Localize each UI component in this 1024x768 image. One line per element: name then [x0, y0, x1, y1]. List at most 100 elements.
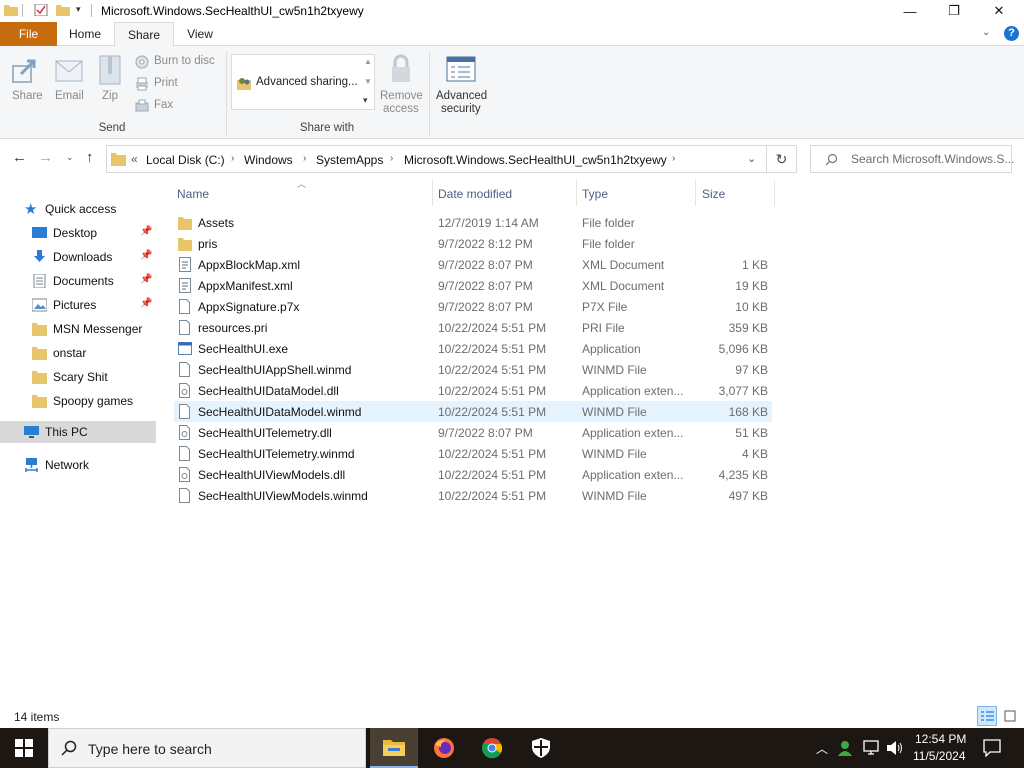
- file-row[interactable]: SecHealthUIViewModels.dll 10/22/2024 5:51…: [174, 464, 772, 485]
- search-input[interactable]: Search Microsoft.Windows.S...: [810, 145, 1014, 173]
- file-row[interactable]: SecHealthUIViewModels.winmd 10/22/2024 5:…: [174, 485, 772, 506]
- nav-item-onstar[interactable]: onstar: [0, 342, 156, 364]
- recent-locations-button[interactable]: ⌄: [66, 152, 74, 163]
- breadcrumb-systemapps[interactable]: SystemApps: [316, 153, 383, 167]
- computer-icon: [24, 426, 39, 438]
- user-status-icon[interactable]: [838, 740, 854, 756]
- nav-item-spoopy-games[interactable]: Spoopy games: [0, 390, 156, 412]
- advanced-sharing-button[interactable]: Advanced sharing...: [234, 73, 362, 93]
- file-row[interactable]: SecHealthUIAppShell.winmd 10/22/2024 5:51…: [174, 359, 772, 380]
- show-hidden-icons-button[interactable]: ︿: [816, 740, 828, 757]
- dll-icon: [179, 383, 190, 398]
- file-row[interactable]: AppxBlockMap.xml 9/7/2022 8:07 PM XML Docu…: [174, 254, 772, 275]
- share-button[interactable]: Share: [6, 54, 46, 114]
- file-row[interactable]: AppxSignature.p7x 9/7/2022 8:07 PM P7X Fil…: [174, 296, 772, 317]
- notifications-icon[interactable]: [983, 739, 1001, 757]
- clock-time[interactable]: 12:54 PM: [915, 732, 966, 746]
- tab-file[interactable]: File: [0, 22, 57, 46]
- chevron-right-icon[interactable]: ›: [231, 153, 234, 164]
- remove-access-button[interactable]: Remove access: [378, 54, 424, 118]
- chevron-right-icon[interactable]: ›: [390, 153, 393, 164]
- taskbar-file-explorer[interactable]: [370, 728, 418, 768]
- hidden-crumbs-button[interactable]: «: [131, 152, 138, 166]
- file-row[interactable]: resources.pri 10/22/2024 5:51 PM PRI File 3…: [174, 317, 772, 338]
- clock-date[interactable]: 11/5/2024: [913, 749, 966, 763]
- gallery-down-icon[interactable]: ▼: [364, 77, 372, 86]
- file-row[interactable]: pris 9/7/2022 8:12 PM File folder: [174, 233, 772, 254]
- advanced-security-button[interactable]: Advanced security: [434, 54, 490, 118]
- column-header-date[interactable]: Date modified: [438, 187, 512, 201]
- file-row[interactable]: Assets 12/7/2019 1:14 AM File folder: [174, 212, 772, 233]
- volume-icon[interactable]: [886, 740, 904, 756]
- breadcrumb-local-disk[interactable]: Local Disk (C:): [146, 153, 225, 167]
- taskbar-windows-security[interactable]: [517, 728, 565, 768]
- up-button[interactable]: ↑: [86, 149, 94, 166]
- tab-home[interactable]: Home: [57, 22, 113, 46]
- breadcrumb-windows[interactable]: Windows: [244, 153, 293, 167]
- taskbar-search-input[interactable]: Type here to search: [48, 728, 366, 768]
- file-row[interactable]: SecHealthUITelemetry.winmd 10/22/2024 5:5…: [174, 443, 772, 464]
- pin-icon: 📌: [140, 226, 153, 237]
- address-dropdown-icon[interactable]: ⌄: [747, 152, 756, 165]
- file-row[interactable]: SecHealthUIDataModel.dll 10/22/2024 5:51 …: [174, 380, 772, 401]
- refresh-button[interactable]: ↻: [767, 145, 797, 173]
- nav-item-pictures[interactable]: Pictures 📌: [0, 294, 156, 316]
- nav-item-scary-shit[interactable]: Scary Shit: [0, 366, 156, 388]
- file-type: Application exten...: [582, 384, 684, 398]
- file-row[interactable]: SecHealthUI.exe 10/22/2024 5:51 PM Applica…: [174, 338, 772, 359]
- nav-item-msn-messenger[interactable]: MSN Messenger: [0, 318, 156, 340]
- column-header-size[interactable]: Size: [702, 187, 725, 201]
- forward-button[interactable]: →: [38, 149, 53, 166]
- gallery-expand-icon[interactable]: ▾: [363, 95, 368, 106]
- nav-item-documents[interactable]: Documents 📌: [0, 270, 156, 292]
- shield-icon: [532, 738, 550, 758]
- taskbar-firefox[interactable]: [420, 728, 468, 768]
- network-icon[interactable]: [863, 740, 881, 756]
- burn-to-disc-button[interactable]: Burn to disc: [134, 54, 220, 70]
- nav-item-downloads[interactable]: Downloads 📌: [0, 246, 156, 268]
- address-bar[interactable]: « Local Disk (C:) › Windows › SystemApps…: [106, 145, 767, 173]
- file-row[interactable]: SecHealthUITelemetry.dll 9/7/2022 8:07 PM…: [174, 422, 772, 443]
- navigation-pane: ★ Quick access Desktop 📌 Downloads 📌 Doc…: [0, 180, 160, 705]
- start-button[interactable]: [0, 728, 48, 768]
- minimize-button[interactable]: —: [887, 0, 933, 22]
- email-button[interactable]: Email: [52, 54, 88, 114]
- nav-this-pc[interactable]: This PC: [0, 421, 156, 443]
- new-folder-icon[interactable]: [56, 4, 70, 16]
- file-row[interactable]: SecHealthUIDataModel.winmd 10/22/2024 5:5…: [174, 401, 772, 422]
- column-header-name[interactable]: Name: [177, 187, 209, 201]
- customize-quick-access-icon[interactable]: ▾: [76, 4, 81, 15]
- breadcrumb-sechealthui[interactable]: Microsoft.Windows.SecHealthUI_cw5n1h2txy…: [404, 153, 667, 167]
- large-icons-view-icon: [1004, 710, 1016, 722]
- tab-share[interactable]: Share: [114, 22, 174, 47]
- windows-logo-icon: [15, 739, 33, 757]
- file-size: 4,235 KB: [718, 468, 768, 482]
- folder-icon: [32, 347, 47, 360]
- maximize-button[interactable]: ❐: [931, 0, 977, 22]
- nav-network[interactable]: Network: [0, 454, 156, 476]
- tab-view[interactable]: View: [174, 22, 226, 46]
- print-button[interactable]: Print: [134, 76, 220, 92]
- nav-quick-access[interactable]: ★ Quick access: [0, 198, 156, 220]
- network-icon: [25, 458, 38, 472]
- column-header-type[interactable]: Type: [582, 187, 608, 201]
- file-size: 1 KB: [741, 258, 768, 272]
- close-button[interactable]: ✕: [976, 0, 1022, 22]
- properties-icon[interactable]: [34, 4, 48, 16]
- expand-ribbon-icon[interactable]: ⌄: [982, 27, 990, 38]
- help-icon[interactable]: ?: [1004, 26, 1019, 41]
- back-button[interactable]: ←: [12, 149, 27, 166]
- file-name: SecHealthUIDataModel.winmd: [198, 405, 362, 419]
- large-icons-view-button[interactable]: [1000, 706, 1020, 726]
- fax-button[interactable]: Fax: [134, 98, 220, 114]
- status-bar: 14 items: [0, 705, 1024, 728]
- nav-item-desktop[interactable]: Desktop 📌: [0, 222, 156, 244]
- file-date: 10/22/2024 5:51 PM: [438, 468, 547, 482]
- file-row[interactable]: AppxManifest.xml 9/7/2022 8:07 PM XML Docu…: [174, 275, 772, 296]
- zip-button[interactable]: Zip: [96, 54, 124, 114]
- details-view-button[interactable]: [977, 706, 997, 726]
- gallery-up-icon[interactable]: ▲: [364, 57, 372, 66]
- taskbar-chrome[interactable]: [468, 728, 516, 768]
- chevron-right-icon[interactable]: ›: [672, 153, 675, 164]
- chevron-right-icon[interactable]: ›: [303, 153, 306, 164]
